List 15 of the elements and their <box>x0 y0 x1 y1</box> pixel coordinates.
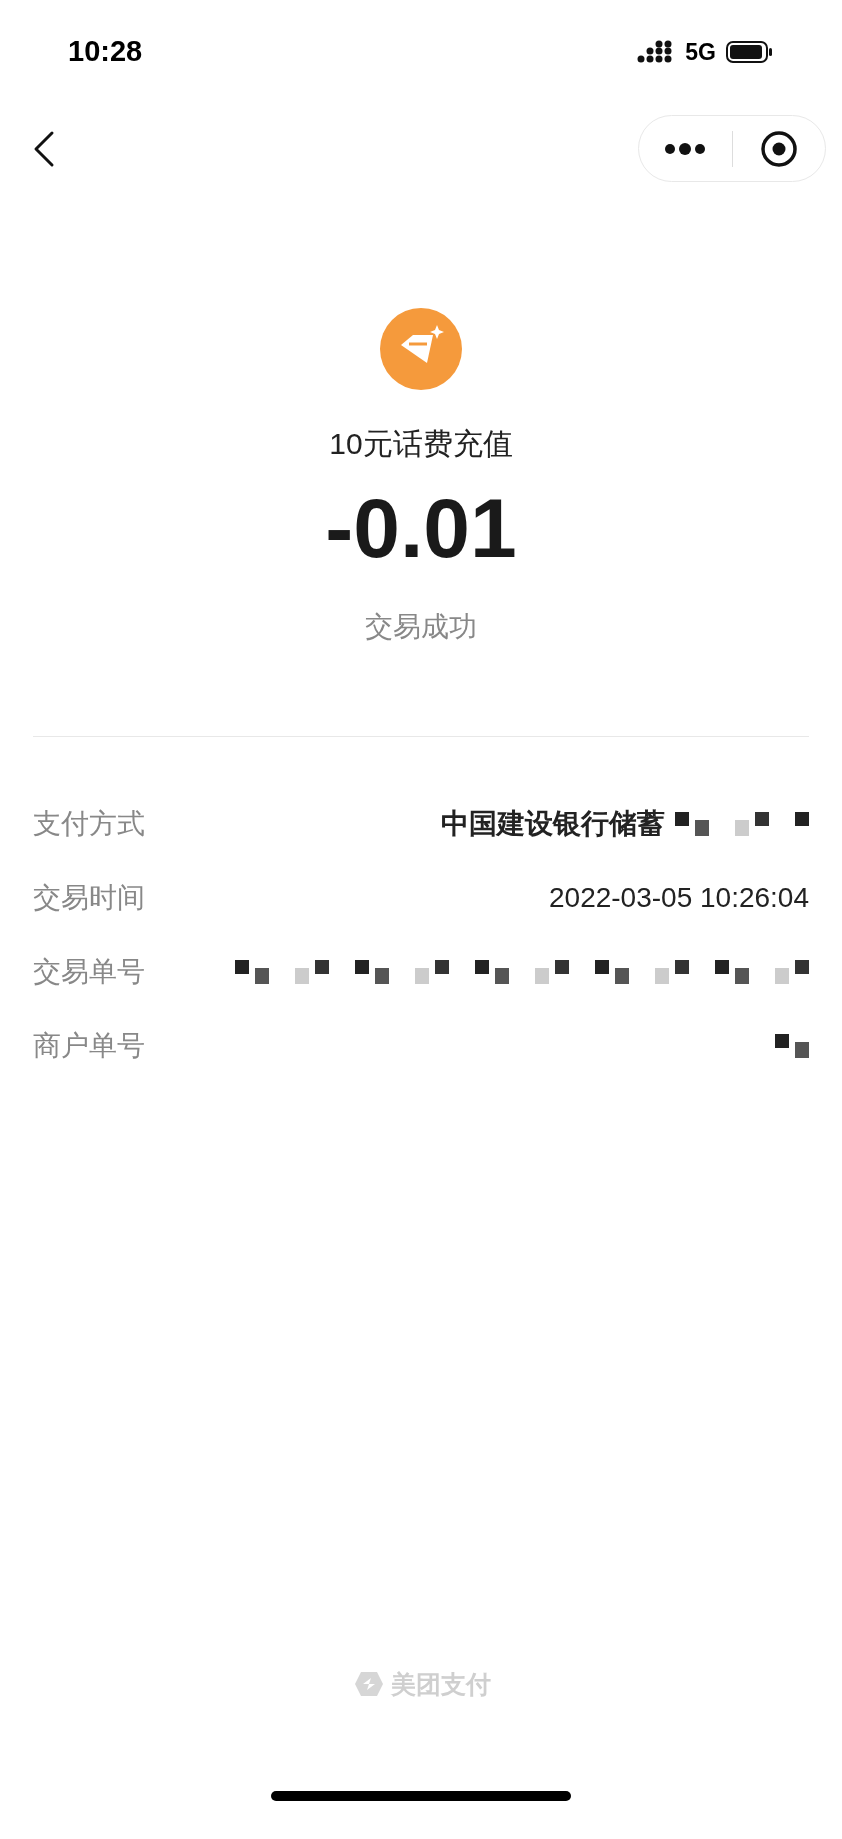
detail-label: 交易时间 <box>33 881 145 915</box>
detail-value: 中国建设银行储蓄 <box>441 807 665 841</box>
amount: -0.01 <box>325 480 517 577</box>
back-icon[interactable] <box>32 129 56 168</box>
network-label: 5G <box>685 37 716 67</box>
more-icon[interactable] <box>664 142 707 155</box>
detail-label: 商户单号 <box>33 1029 145 1063</box>
battery-icon <box>726 40 774 64</box>
detail-label: 支付方式 <box>33 807 145 841</box>
detail-label: 交易单号 <box>33 955 145 989</box>
order-status: 交易成功 <box>365 610 477 644</box>
detail-value: 2022-03-05 10:26:04 <box>549 881 809 915</box>
order-title: 10元话费充值 <box>329 426 513 462</box>
close-icon[interactable] <box>759 129 798 168</box>
status-time: 10:28 <box>68 34 143 70</box>
